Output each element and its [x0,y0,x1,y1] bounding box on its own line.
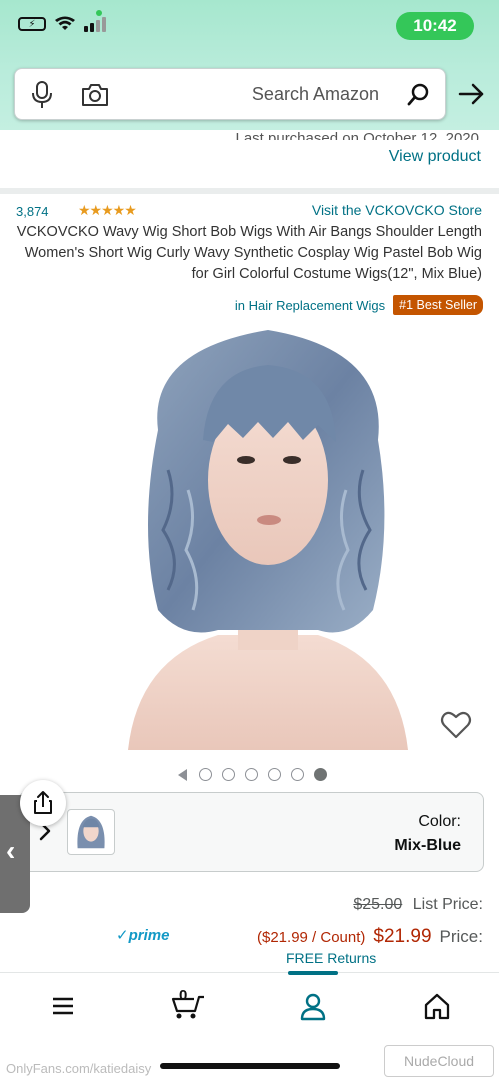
color-swatch-thumbnail [67,809,115,855]
search-row: Search Amazon [14,68,486,120]
bottom-nav: 0 OnlyFans.com/katiedaisy NudeCloud [0,971,499,1080]
account-icon[interactable] [298,991,328,1021]
microphone-icon[interactable] [31,81,53,109]
view-product-link[interactable]: View product [389,148,481,166]
carousel-dot-active[interactable] [314,768,327,781]
camera-icon[interactable] [81,83,109,107]
active-tab-indicator [288,971,338,975]
menu-icon[interactable] [48,991,78,1021]
heart-icon[interactable] [440,710,472,740]
rating-stars[interactable]: ★★★★★ [78,202,137,219]
store-link[interactable]: Visit the VCKOVCKO Store [312,202,482,218]
image-carousel-dots [178,768,327,781]
product-image[interactable] [108,330,428,750]
share-button[interactable] [20,780,66,826]
price-label: Price: [439,927,483,946]
rating-count[interactable]: 3,874 [16,204,49,219]
price-value: $21.99 [373,926,432,947]
store-rating-row: 3,874 ★★★★★ Visit the VCKOVCKO Store [16,202,482,222]
recording-indicator [96,10,102,16]
watermark-text: OnlyFans.com/katiedaisy [6,1061,152,1076]
share-icon [34,791,52,814]
status-bar: ⚡ 10:42 [0,10,499,46]
wifi-icon [55,16,75,30]
color-label: Color: [418,813,461,830]
search-placeholder: Search Amazon [251,84,379,104]
search-input[interactable]: Search Amazon [14,68,446,120]
arrow-right-icon[interactable] [458,81,486,107]
best-seller-category-link[interactable]: in Hair Replacement Wigs [235,298,385,313]
carousel-dot[interactable] [222,768,235,781]
cart-icon [171,995,204,1019]
product-title: VCKOVCKO Wavy Wig Short Bob Wigs With Ai… [16,224,482,282]
carousel-dot[interactable] [291,768,304,781]
home-indicator [160,1063,340,1069]
watermark-logo: NudeCloud [384,1045,494,1077]
battery-icon: ⚡ [18,17,46,31]
best-seller-badge: #1 Best Seller [393,295,483,315]
free-returns-link[interactable]: FREE Returns [286,950,376,966]
carousel-dot[interactable] [268,768,281,781]
cart-button[interactable]: 0 [168,987,208,1021]
section-divider [0,188,499,194]
status-icons: ⚡ [18,16,106,32]
list-price-value: $25.00 [353,896,403,913]
previous-item-purchased-text: Last purchased on October 12, 2020 [235,130,479,140]
prime-badge: ✓prime [116,927,170,944]
signal-icon [84,17,106,32]
price-per-count: ($21.99 / Count) [257,929,366,946]
list-price-label: List Price: [412,896,483,913]
color-selector[interactable]: Color: Mix-Blue [18,792,484,872]
cart-count: 0 [179,987,188,1004]
color-value: Mix-Blue [394,837,461,854]
list-price-row: $25.00 List Price: [353,896,483,914]
prime-label: prime [128,927,170,944]
app-header: ⚡ 10:42 Search Amazon [0,0,499,130]
carousel-dot[interactable] [245,768,258,781]
video-play-icon[interactable] [178,768,187,781]
best-seller-row: in Hair Replacement Wigs #1 Best Seller [235,294,483,316]
chevron-left-icon: ‹ [6,835,16,866]
price-row: ($21.99 / Count) $21.99 Price: [257,926,483,948]
search-icon[interactable] [407,82,431,106]
carousel-dot[interactable] [199,768,212,781]
home-icon[interactable] [422,991,452,1021]
status-time: 10:42 [396,12,474,40]
